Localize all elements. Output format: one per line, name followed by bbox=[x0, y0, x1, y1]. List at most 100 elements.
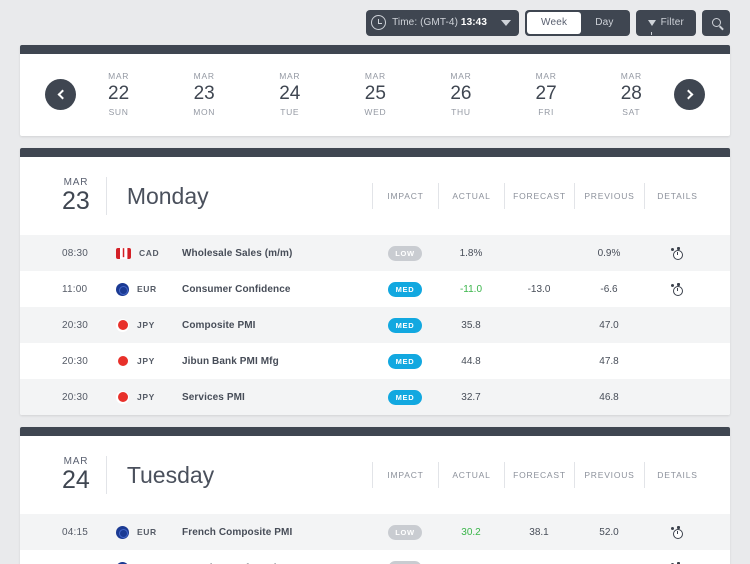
event-row[interactable]: 11:00 EUR Consumer Confidence MED -11.0 -13.0… bbox=[20, 271, 730, 307]
date-number: 23 bbox=[193, 83, 215, 105]
chevron-left-icon bbox=[57, 89, 67, 99]
currency-code: JPY bbox=[137, 320, 155, 330]
section-day-name: Tuesday bbox=[126, 461, 215, 488]
search-button[interactable] bbox=[702, 9, 730, 36]
stopwatch-icon[interactable] bbox=[671, 246, 684, 260]
date-month: MAR bbox=[279, 70, 301, 81]
filter-button[interactable]: Filter bbox=[635, 9, 696, 36]
date-weekday: TUE bbox=[280, 106, 300, 117]
next-week-button[interactable] bbox=[674, 78, 705, 110]
column-header-forecast: FORECAST bbox=[504, 183, 574, 209]
section-day-name: Monday bbox=[126, 182, 209, 209]
impact-badge: LOW bbox=[388, 560, 422, 564]
actual-value: 44.8 bbox=[461, 355, 481, 367]
actual-value: -11.0 bbox=[459, 283, 483, 295]
impact-cell: LOW bbox=[372, 524, 438, 540]
event-time: 20:30 bbox=[62, 391, 89, 403]
actual-value: 35.8 bbox=[461, 319, 481, 331]
actual-value: 32.7 bbox=[461, 391, 481, 403]
range-week-button[interactable]: Week bbox=[527, 11, 582, 34]
chevron-right-icon bbox=[683, 89, 693, 99]
column-header-actual: ACTUAL bbox=[438, 183, 504, 209]
impact-badge: MED bbox=[388, 317, 422, 333]
event-row[interactable]: 20:30 JPY Jibun Bank PMI Mfg MED 44.8 47.8 bbox=[20, 343, 730, 379]
date-cell[interactable]: MAR 23 MON bbox=[193, 71, 215, 118]
date-cell[interactable]: MAR 24 TUE bbox=[279, 71, 300, 118]
day-section-card: MAR 23 Monday IMPACT ACTUAL FORECAST PREVIOUS D… bbox=[20, 148, 730, 415]
date-cell[interactable]: MAR 27 FRI bbox=[536, 71, 557, 118]
impact-badge: MED bbox=[388, 389, 422, 405]
flag-eur-icon bbox=[116, 525, 129, 539]
calendar-sections: MAR 23 Monday IMPACT ACTUAL FORECAST PREVIOUS D… bbox=[0, 148, 750, 564]
chevron-down-icon[interactable] bbox=[501, 19, 511, 26]
card-accent-bar bbox=[20, 427, 730, 436]
date-month: MAR bbox=[535, 70, 557, 81]
currency-code: JPY bbox=[137, 392, 155, 402]
card-accent-bar bbox=[20, 45, 730, 54]
impact-badge: LOW bbox=[388, 245, 422, 261]
currency-code: EUR bbox=[137, 284, 157, 294]
details-cell[interactable] bbox=[644, 525, 710, 539]
previous-value: 0.9% bbox=[597, 247, 621, 259]
date-list: MAR 22 SUN MAR 23 MON MAR 24 TUE MAR 25 WED MAR 26 THU… bbox=[76, 71, 674, 118]
event-row[interactable]: 04:15 EUR French Composite PMI LOW 30.2 38.1 5… bbox=[20, 514, 730, 550]
column-headers: IMPACT ACTUAL FORECAST PREVIOUS DETAILS bbox=[372, 462, 710, 488]
event-title: Composite PMI bbox=[182, 319, 256, 331]
date-cell[interactable]: MAR 28 SAT bbox=[621, 71, 642, 118]
day-section-header: MAR 23 Monday IMPACT ACTUAL FORECAST PREVIOUS D… bbox=[20, 157, 730, 235]
day-section-header: MAR 24 Tuesday IMPACT ACTUAL FORECAST PREVIOUS… bbox=[20, 436, 730, 514]
section-day-number: 24 bbox=[62, 465, 90, 494]
time-value: 13:43 bbox=[460, 17, 487, 28]
day-section-card: MAR 24 Tuesday IMPACT ACTUAL FORECAST PREVIOUS… bbox=[20, 427, 730, 564]
timezone-selector[interactable]: Time: (GMT-4) 13:43 bbox=[366, 9, 519, 36]
details-cell[interactable] bbox=[644, 282, 710, 296]
date-cell[interactable]: MAR 26 THU bbox=[450, 71, 471, 118]
prev-week-button[interactable] bbox=[45, 78, 76, 110]
date-month: MAR bbox=[364, 70, 386, 81]
event-row[interactable]: 20:30 JPY Services PMI MED 32.7 46.8 bbox=[20, 379, 730, 415]
event-currency: JPY bbox=[116, 390, 182, 404]
date-navigation: MAR 22 SUN MAR 23 MON MAR 24 TUE MAR 25 WED MAR 26 THU… bbox=[20, 54, 730, 136]
stopwatch-icon[interactable] bbox=[671, 525, 684, 539]
date-number: 28 bbox=[620, 83, 642, 105]
previous-value: 47.0 bbox=[599, 319, 619, 331]
currency-code: EUR bbox=[137, 527, 157, 537]
filter-button-label: Filter bbox=[660, 17, 684, 28]
date-strip-card: MAR 22 SUN MAR 23 MON MAR 24 TUE MAR 25 WED MAR 26 THU… bbox=[20, 45, 730, 136]
flag-cad-icon bbox=[116, 247, 131, 259]
date-cell[interactable]: MAR 22 SUN bbox=[108, 71, 129, 118]
forecast-value: 38.1 bbox=[529, 526, 549, 538]
impact-cell: MED bbox=[372, 389, 438, 405]
event-row[interactable]: 04:15EURFrench Manufacturing PMILOW42.94… bbox=[20, 550, 730, 564]
column-headers: IMPACT ACTUAL FORECAST PREVIOUS DETAILS bbox=[372, 183, 710, 209]
event-currency: EUR bbox=[116, 282, 182, 296]
date-cell[interactable]: MAR 25 WED bbox=[364, 71, 386, 118]
impact-badge: LOW bbox=[388, 524, 422, 540]
impact-cell: MED bbox=[372, 353, 438, 369]
event-title: Wholesale Sales (m/m) bbox=[182, 247, 293, 259]
previous-value: 52.0 bbox=[599, 526, 619, 538]
event-row[interactable]: 08:30 CAD Wholesale Sales (m/m) LOW 1.8% 0.9% bbox=[20, 235, 730, 271]
event-time: 20:30 bbox=[62, 355, 89, 367]
section-date: MAR 24 bbox=[62, 455, 107, 495]
event-title: Consumer Confidence bbox=[182, 283, 291, 295]
event-time: 11:00 bbox=[62, 283, 88, 295]
top-toolbar: Time: (GMT-4) 13:43 Week Day Filter bbox=[0, 0, 750, 45]
column-header-impact: IMPACT bbox=[372, 183, 438, 209]
previous-value: -6.6 bbox=[600, 283, 618, 295]
date-month: MAR bbox=[108, 70, 130, 81]
event-currency: JPY bbox=[116, 354, 182, 368]
range-day-button[interactable]: Day bbox=[581, 12, 627, 34]
date-weekday: MON bbox=[193, 106, 216, 117]
currency-code: CAD bbox=[139, 248, 160, 258]
flag-jpy-icon bbox=[116, 354, 129, 368]
column-header-impact: IMPACT bbox=[372, 462, 438, 488]
stopwatch-icon[interactable] bbox=[671, 282, 684, 296]
details-cell[interactable] bbox=[644, 246, 710, 260]
actual-value: 1.8% bbox=[459, 247, 483, 259]
range-toggle: Week Day bbox=[525, 9, 630, 36]
event-row[interactable]: 20:30 JPY Composite PMI MED 35.8 47.0 bbox=[20, 307, 730, 343]
date-weekday: SAT bbox=[622, 106, 641, 117]
card-accent-bar bbox=[20, 148, 730, 157]
actual-value: 30.2 bbox=[461, 526, 481, 538]
